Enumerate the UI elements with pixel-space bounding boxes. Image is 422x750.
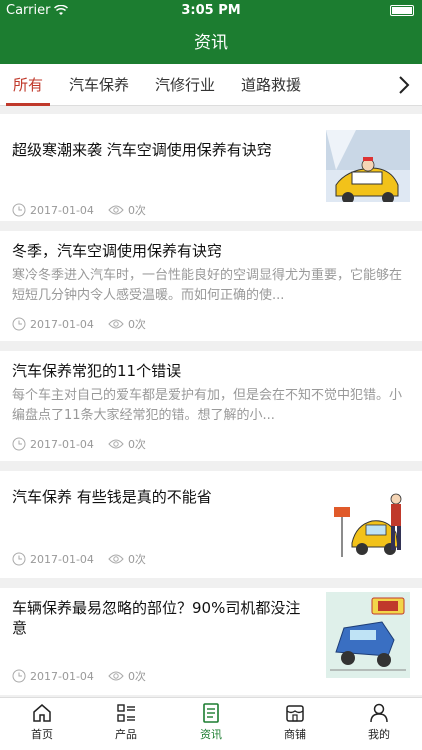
nav-shop-label: 商铺 <box>284 728 306 741</box>
nav-home[interactable]: 首页 <box>12 702 72 742</box>
nav-news[interactable]: 资讯 <box>181 702 241 742</box>
list-icon <box>117 704 135 722</box>
article-thumbnail <box>326 485 410 565</box>
nav-products-label: 产品 <box>115 728 137 741</box>
nav-profile-label: 我的 <box>368 728 390 741</box>
article-summary: 寒冷冬季进入汽车时，一台性能良好的空调显得尤为重要，它能够在短短几分钟内令人感受… <box>12 268 403 303</box>
article-title: 汽车保养 有些钱是真的不能省 <box>12 488 212 506</box>
news-icon <box>203 703 219 723</box>
clock: 3:05 PM <box>181 3 241 18</box>
tab-road-rescue[interactable]: 道路救援 <box>234 64 308 106</box>
article-thumbnail <box>326 130 410 212</box>
tab-repair-industry[interactable]: 汽修行业 <box>148 64 222 106</box>
article-title: 冬季，汽车空调使用保养有诀窍 <box>12 242 223 260</box>
eye-icon <box>108 439 124 449</box>
article-date: 2017-01-04 <box>30 552 94 566</box>
article-card[interactable]: 汽车保养 有些钱是真的不能省 2017-01-04 0次 <box>0 471 422 578</box>
tab-car-maintenance[interactable]: 汽车保养 <box>62 64 136 106</box>
article-title: 超级寒潮来袭 汽车空调使用保养有诀窍 <box>12 141 272 159</box>
article-views: 0次 <box>127 553 146 566</box>
home-icon <box>33 704 51 722</box>
article-card[interactable]: 冬季，汽车空调使用保养有诀窍 寒冷冬季进入汽车时，一台性能良好的空调显得尤为重要… <box>0 231 422 341</box>
eye-icon <box>108 671 124 681</box>
eye-icon <box>108 205 124 215</box>
article-views: 0次 <box>127 318 146 331</box>
article-meta: 2017-01-04 0次 <box>12 316 160 332</box>
shop-icon <box>286 705 304 722</box>
article-thumbnail <box>326 592 410 678</box>
article-card[interactable]: 超级寒潮来袭 汽车空调使用保养有诀窍 2017-01-04 0次 <box>0 114 422 221</box>
article-summary: 每个车主对自己的爱车都是爱护有加，但是会在不知不觉中犯错。小编盘点了11条大家经… <box>12 388 403 423</box>
nav-news-label: 资讯 <box>200 728 222 741</box>
clock-icon <box>12 552 26 566</box>
clock-icon <box>12 669 26 683</box>
clock-icon <box>12 437 26 451</box>
page-title: 资讯 <box>0 22 422 64</box>
clock-icon <box>12 317 26 331</box>
eye-icon <box>108 319 124 329</box>
bottom-tab-bar: 首页 产品 资讯 商铺 我的 <box>0 697 422 750</box>
clock-icon <box>12 203 26 217</box>
article-card[interactable]: 汽车保养常犯的11个错误 每个车主对自己的爱车都是爱护有加，但是会在不知不觉中犯… <box>0 351 422 461</box>
eye-icon <box>108 554 124 564</box>
battery-icon <box>390 5 414 16</box>
nav-profile[interactable]: 我的 <box>349 702 409 742</box>
tab-all[interactable]: 所有 <box>6 64 50 106</box>
article-views: 0次 <box>127 670 146 683</box>
chevron-right-icon[interactable] <box>394 74 414 96</box>
article-card[interactable]: 车辆保养最易忽略的部位？90%司机都没注意 2017-01-04 0次 <box>0 588 422 695</box>
article-views: 0次 <box>127 438 146 451</box>
nav-products[interactable]: 产品 <box>96 702 156 742</box>
status-bar: Carrier 3:05 PM <box>0 0 422 22</box>
category-tabs: 所有 汽车保养 汽修行业 道路救援 <box>0 64 422 106</box>
user-icon <box>370 703 388 723</box>
article-date: 2017-01-04 <box>30 203 94 217</box>
article-views: 0次 <box>127 204 146 217</box>
article-meta: 2017-01-04 0次 <box>12 202 160 218</box>
article-meta: 2017-01-04 0次 <box>12 668 160 684</box>
nav-home-label: 首页 <box>31 728 53 741</box>
article-date: 2017-01-04 <box>30 317 94 331</box>
article-meta: 2017-01-04 0次 <box>12 436 160 452</box>
article-date: 2017-01-04 <box>30 437 94 451</box>
article-title: 车辆保养最易忽略的部位？90%司机都没注意 <box>12 599 301 637</box>
article-title: 汽车保养常犯的11个错误 <box>12 362 182 380</box>
article-meta: 2017-01-04 0次 <box>12 551 160 567</box>
nav-shop[interactable]: 商铺 <box>265 702 325 742</box>
article-list: 超级寒潮来袭 汽车空调使用保养有诀窍 2017-01-04 0次 冬季，汽车空调… <box>0 114 422 705</box>
article-date: 2017-01-04 <box>30 669 94 683</box>
